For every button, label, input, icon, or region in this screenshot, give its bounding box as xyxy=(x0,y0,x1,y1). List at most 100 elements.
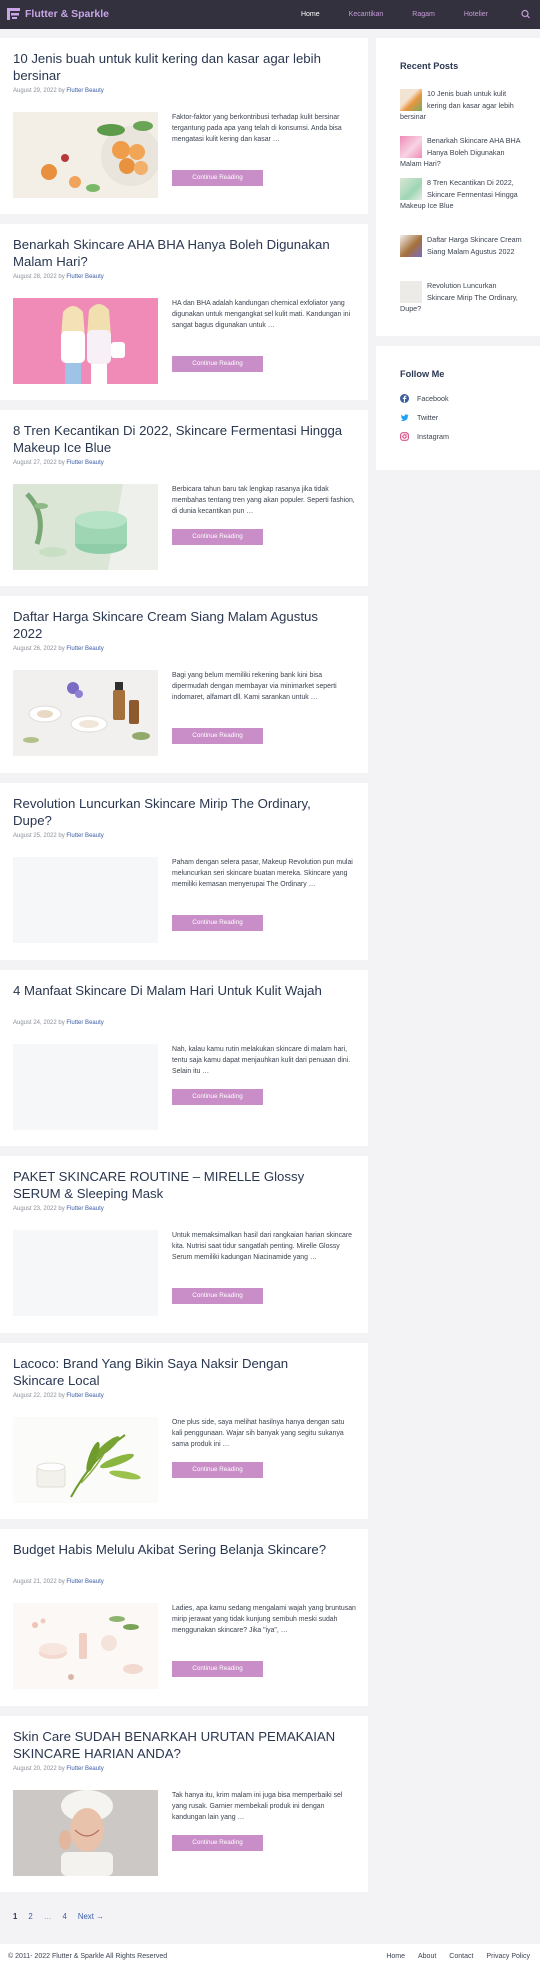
footer-nav: Home About Contact Privacy Policy xyxy=(373,1953,530,1960)
post-author[interactable]: Flutter Beauty xyxy=(66,88,103,94)
footer-link-contact[interactable]: Contact xyxy=(449,1953,473,1960)
post-by: by xyxy=(58,1206,65,1212)
post-author[interactable]: Flutter Beauty xyxy=(66,460,103,466)
post-thumbnail[interactable] xyxy=(13,112,158,198)
post-thumbnail[interactable] xyxy=(13,1417,158,1503)
post-thumbnail[interactable] xyxy=(13,1790,158,1876)
post-meta: August 23, 2022 by Flutter Beauty xyxy=(13,1206,104,1212)
post-author[interactable]: Flutter Beauty xyxy=(66,1766,103,1772)
post-meta: August 24, 2022 by Flutter Beauty xyxy=(13,1020,104,1026)
recent-posts-widget: Recent Posts 10 Jenis buah untuk kulit k… xyxy=(376,38,540,336)
post-author[interactable]: Flutter Beauty xyxy=(66,1393,103,1399)
skincare-products-image xyxy=(13,670,158,756)
facebook-link[interactable]: Facebook xyxy=(400,394,449,403)
page-link-2[interactable]: 2 xyxy=(28,1912,32,1921)
post-meta: August 22, 2022 by Flutter Beauty xyxy=(13,1393,104,1399)
recent-post-item[interactable]: Daftar Harga Skincare Cream Siang Malam … xyxy=(400,234,525,257)
post-date: August 24, 2022 xyxy=(13,1020,57,1026)
instagram-link[interactable]: Instagram xyxy=(400,432,449,441)
post-title[interactable]: Benarkah Skincare AHA BHA Hanya Boleh Di… xyxy=(13,237,343,270)
post-author[interactable]: Flutter Beauty xyxy=(66,1206,103,1212)
continue-reading-button[interactable]: Continue Reading xyxy=(172,170,263,186)
nav-item-home[interactable]: Home xyxy=(301,11,320,18)
continue-reading-button[interactable]: Continue Reading xyxy=(172,1661,263,1677)
nav-item-hotelier[interactable]: Hotelier xyxy=(464,11,488,18)
continue-reading-button[interactable]: Continue Reading xyxy=(172,728,263,744)
post-date: August 20, 2022 xyxy=(13,1766,57,1772)
post-thumbnail[interactable] xyxy=(13,298,158,384)
post-author[interactable]: Flutter Beauty xyxy=(66,833,103,839)
post-thumbnail[interactable] xyxy=(13,857,158,943)
post-by: by xyxy=(58,88,65,94)
next-page-link[interactable]: Next → xyxy=(78,1912,104,1921)
continue-reading-button[interactable]: Continue Reading xyxy=(172,1089,263,1105)
continue-reading-button[interactable]: Continue Reading xyxy=(172,1288,263,1304)
search-button[interactable] xyxy=(517,0,535,29)
post-card: Daftar Harga Skincare Cream Siang Malam … xyxy=(0,596,368,773)
post-excerpt: One plus side, saya melihat hasilnya han… xyxy=(172,1419,345,1449)
continue-reading-button[interactable]: Continue Reading xyxy=(172,1835,263,1851)
recent-post-thumbnail xyxy=(400,89,422,111)
post-title[interactable]: 10 Jenis buah untuk kulit kering dan kas… xyxy=(13,51,343,84)
recent-post-thumbnail xyxy=(400,235,422,257)
post-thumbnail[interactable] xyxy=(13,1603,158,1689)
post-by: by xyxy=(58,646,65,652)
post-title[interactable]: Skin Care SUDAH BENARKAH URUTAN PEMAKAIA… xyxy=(13,1729,343,1762)
post-excerpt: Tak hanya itu, krim malam ini juga bisa … xyxy=(172,1792,343,1822)
footer-link-home[interactable]: Home xyxy=(386,1953,405,1960)
cream-jar-image xyxy=(13,484,158,570)
post-excerpt: Bagi yang belum memiliki rekening bank k… xyxy=(172,672,337,702)
post-thumbnail[interactable] xyxy=(13,1044,158,1130)
post-date: August 22, 2022 xyxy=(13,1393,57,1399)
post-card: Skin Care SUDAH BENARKAH URUTAN PEMAKAIA… xyxy=(0,1716,368,1892)
post-excerpt: Faktor-faktor yang berkontribusi terhada… xyxy=(172,114,342,144)
page-link-last[interactable]: 4 xyxy=(62,1912,66,1921)
post-title[interactable]: Daftar Harga Skincare Cream Siang Malam … xyxy=(13,609,343,642)
recent-post-item[interactable]: 10 Jenis buah untuk kulit kering dan kas… xyxy=(400,88,525,123)
site-logo[interactable]: Flutter & Sparkle xyxy=(6,7,109,21)
post-title[interactable]: PAKET SKINCARE ROUTINE – MIRELLE Glossy … xyxy=(13,1169,343,1202)
continue-reading-button[interactable]: Continue Reading xyxy=(172,1462,263,1478)
post-author[interactable]: Flutter Beauty xyxy=(66,646,103,652)
footer-link-about[interactable]: About xyxy=(418,1953,436,1960)
post-meta: August 25, 2022 by Flutter Beauty xyxy=(13,833,104,839)
footer-link-privacy[interactable]: Privacy Policy xyxy=(486,1953,530,1960)
recent-post-thumbnail xyxy=(400,281,422,303)
post-date: August 26, 2022 xyxy=(13,646,57,652)
recent-post-item[interactable]: 8 Tren Kecantikan Di 2022, Skincare Ferm… xyxy=(400,177,525,212)
post-author[interactable]: Flutter Beauty xyxy=(66,1020,103,1026)
post-author[interactable]: Flutter Beauty xyxy=(66,1579,103,1585)
continue-reading-button[interactable]: Continue Reading xyxy=(172,529,263,545)
post-date: August 27, 2022 xyxy=(13,460,57,466)
post-thumbnail[interactable] xyxy=(13,484,158,570)
two-women-image xyxy=(13,298,158,384)
twitter-link[interactable]: Twitter xyxy=(400,413,438,422)
post-excerpt: HA dan BHA adalah kandungan chemical exf… xyxy=(172,300,351,330)
instagram-label: Instagram xyxy=(417,432,449,441)
post-excerpt: Untuk memaksimalkan hasil dari rangkaian… xyxy=(172,1232,353,1262)
post-thumbnail[interactable] xyxy=(13,1230,158,1316)
nav-item-kecantikan[interactable]: Kecantikan xyxy=(349,11,384,18)
post-thumbnail[interactable] xyxy=(13,670,158,756)
nav-item-ragam[interactable]: Ragam xyxy=(412,11,435,18)
post-by: by xyxy=(58,1020,65,1026)
post-title[interactable]: Lacoco: Brand Yang Bikin Saya Naksir Den… xyxy=(13,1356,343,1389)
follow-title: Follow Me xyxy=(400,369,445,379)
post-title[interactable]: Revolution Luncurkan Skincare Mirip The … xyxy=(13,796,343,829)
copyright-text: © 2011- 2022 Flutter & Sparkle All Right… xyxy=(8,1953,168,1960)
post-title[interactable]: 4 Manfaat Skincare Di Malam Hari Untuk K… xyxy=(13,983,343,1000)
post-date: August 23, 2022 xyxy=(13,1206,57,1212)
post-by: by xyxy=(58,833,65,839)
continue-reading-button[interactable]: Continue Reading xyxy=(172,356,263,372)
page-ellipsis: … xyxy=(43,1912,52,1921)
recent-post-item[interactable]: Revolution Luncurkan Skincare Mirip The … xyxy=(400,280,525,315)
recent-post-title: Daftar Harga Skincare Cream Siang Malam … xyxy=(427,235,522,256)
post-author[interactable]: Flutter Beauty xyxy=(66,274,103,280)
post-card: Budget Habis Melulu Akibat Sering Belanj… xyxy=(0,1529,368,1706)
post-title[interactable]: Budget Habis Melulu Akibat Sering Belanj… xyxy=(13,1542,343,1559)
post-title[interactable]: 8 Tren Kecantikan Di 2022, Skincare Ferm… xyxy=(13,423,343,456)
continue-reading-button[interactable]: Continue Reading xyxy=(172,915,263,931)
recent-post-item[interactable]: Benarkah Skincare AHA BHA Hanya Boleh Di… xyxy=(400,135,525,170)
post-card: Benarkah Skincare AHA BHA Hanya Boleh Di… xyxy=(0,224,368,400)
post-card: 10 Jenis buah untuk kulit kering dan kas… xyxy=(0,38,368,214)
